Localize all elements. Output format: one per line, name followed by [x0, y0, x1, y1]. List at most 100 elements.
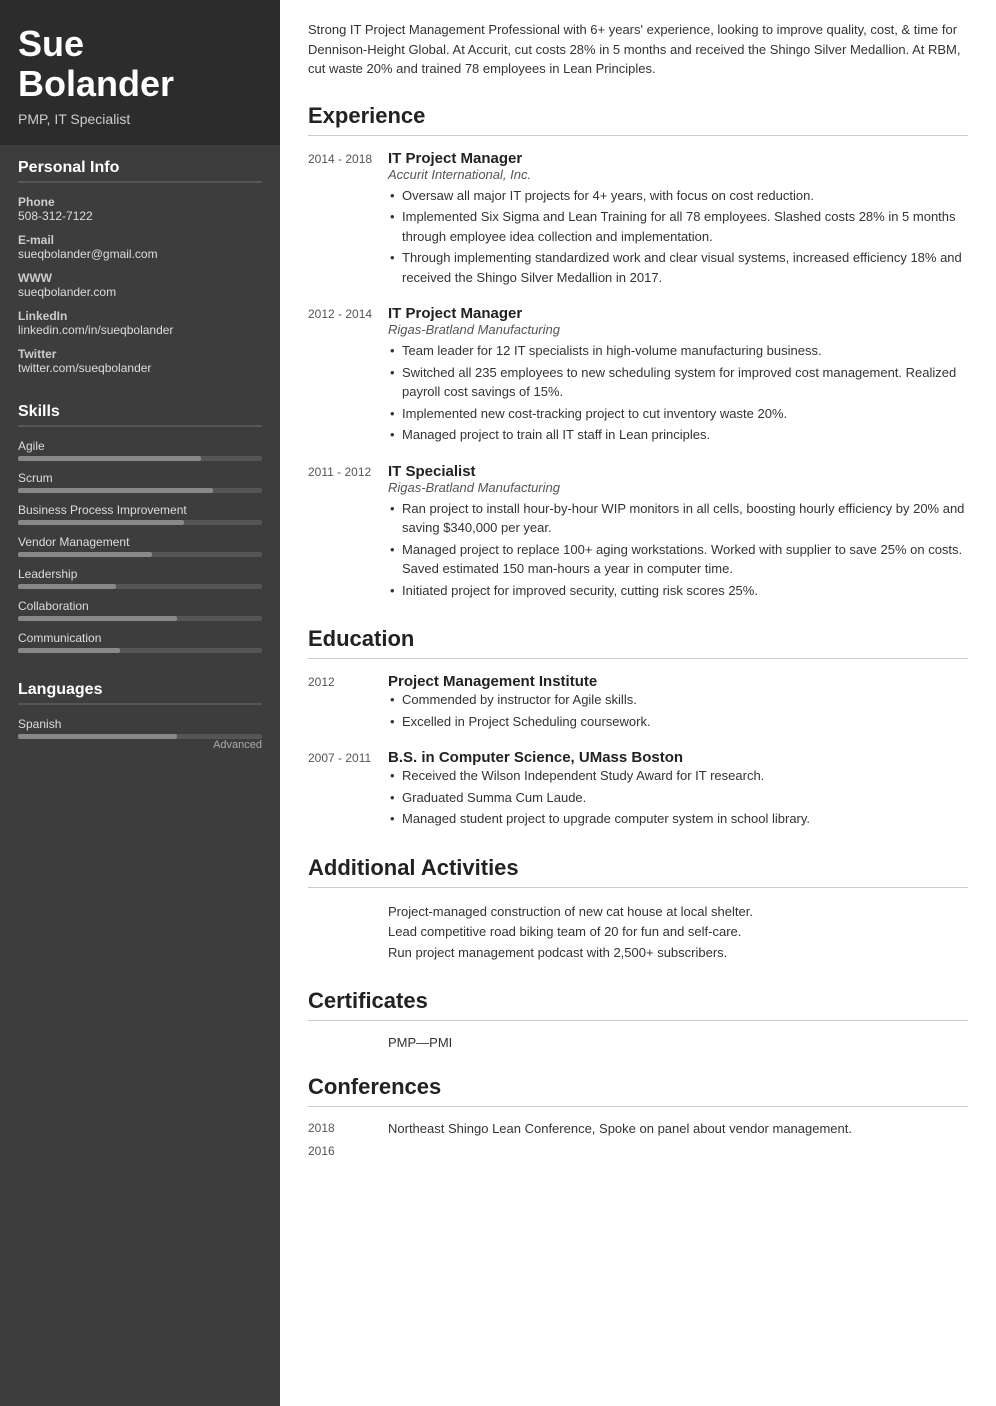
exp3-title: IT Specialist — [388, 463, 968, 480]
personal-info-section: Personal Info Phone 508-312-7122 E-mail … — [0, 145, 280, 389]
skill-vendor-fill — [18, 552, 152, 557]
twitter-label: Twitter — [18, 347, 262, 361]
email-value: sueqbolander@gmail.com — [18, 247, 262, 261]
skill-collaboration-fill — [18, 616, 177, 621]
skill-collaboration-bar — [18, 616, 262, 621]
contact-twitter: Twitter twitter.com/sueqbolander — [18, 347, 262, 375]
skill-bpi: Business Process Improvement — [18, 503, 262, 525]
lang-spanish-level: Advanced — [18, 739, 262, 751]
subtitle: PMP, IT Specialist — [18, 111, 262, 127]
last-name: Bolander — [18, 63, 174, 104]
linkedin-label: LinkedIn — [18, 309, 262, 323]
skills-section: Skills Agile Scrum Business Process Impr… — [0, 389, 280, 667]
activities-title: Additional Activities — [308, 855, 968, 888]
skill-scrum-bar — [18, 488, 262, 493]
exp2-date: 2012 - 2014 — [308, 305, 388, 447]
list-item: Commended by instructor for Agile skills… — [388, 690, 968, 710]
experience-entry-1: 2014 - 2018 IT Project Manager Accurit I… — [308, 150, 968, 290]
skill-leadership-label: Leadership — [18, 567, 262, 581]
main-content: Strong IT Project Management Professiona… — [280, 0, 996, 1406]
list-item: Received the Wilson Independent Study Aw… — [388, 766, 968, 786]
skill-vendor: Vendor Management — [18, 535, 262, 557]
first-name: Sue — [18, 23, 84, 64]
twitter-value: twitter.com/sueqbolander — [18, 361, 262, 375]
skill-agile: Agile — [18, 439, 262, 461]
exp3-content: IT Specialist Rigas-Bratland Manufacturi… — [388, 463, 968, 603]
edu2-date: 2007 - 2011 — [308, 749, 388, 831]
languages-title: Languages — [18, 681, 262, 705]
skill-communication-fill — [18, 648, 120, 653]
exp1-title: IT Project Manager — [388, 150, 968, 167]
email-label: E-mail — [18, 233, 262, 247]
conferences-section: Conferences 2018 Northeast Shingo Lean C… — [308, 1074, 968, 1158]
exp2-bullets: Team leader for 12 IT specialists in hig… — [388, 341, 968, 445]
edu1-title: Project Management Institute — [388, 673, 968, 690]
exp2-title: IT Project Manager — [388, 305, 968, 322]
skill-vendor-bar — [18, 552, 262, 557]
education-entry-1: 2012 Project Management Institute Commen… — [308, 673, 968, 733]
skill-scrum-fill — [18, 488, 213, 493]
list-item: Team leader for 12 IT specialists in hig… — [388, 341, 968, 361]
list-item: Managed student project to upgrade compu… — [388, 809, 968, 829]
skills-title: Skills — [18, 403, 262, 427]
activities-list: Project-managed construction of new cat … — [388, 902, 968, 964]
conf2-date: 2016 — [308, 1144, 388, 1158]
skill-scrum-label: Scrum — [18, 471, 262, 485]
list-item: Project-managed construction of new cat … — [388, 902, 968, 923]
exp3-company: Rigas-Bratland Manufacturing — [388, 480, 968, 495]
conferences-title: Conferences — [308, 1074, 968, 1107]
skill-vendor-label: Vendor Management — [18, 535, 262, 549]
www-label: WWW — [18, 271, 262, 285]
edu2-bullets: Received the Wilson Independent Study Aw… — [388, 766, 968, 829]
edu1-bullets: Commended by instructor for Agile skills… — [388, 690, 968, 731]
name-block: Sue Bolander PMP, IT Specialist — [0, 0, 280, 145]
edu2-content: B.S. in Computer Science, UMass Boston R… — [388, 749, 968, 831]
lang-spanish-bar — [18, 734, 262, 739]
list-item: Switched all 235 employees to new schedu… — [388, 363, 968, 402]
list-item: Through implementing standardized work a… — [388, 248, 968, 287]
skill-communication: Communication — [18, 631, 262, 653]
skill-collaboration-label: Collaboration — [18, 599, 262, 613]
exp2-company: Rigas-Bratland Manufacturing — [388, 322, 968, 337]
skill-agile-label: Agile — [18, 439, 262, 453]
edu2-title: B.S. in Computer Science, UMass Boston — [388, 749, 968, 766]
list-item: Ran project to install hour-by-hour WIP … — [388, 499, 968, 538]
exp2-content: IT Project Manager Rigas-Bratland Manufa… — [388, 305, 968, 447]
edu1-content: Project Management Institute Commended b… — [388, 673, 968, 733]
skill-agile-bar — [18, 456, 262, 461]
conf-entry-1: 2018 Northeast Shingo Lean Conference, S… — [308, 1121, 968, 1136]
phone-value: 508-312-7122 — [18, 209, 262, 223]
skill-scrum: Scrum — [18, 471, 262, 493]
languages-section: Languages Spanish Advanced — [0, 667, 280, 763]
certificates-title: Certificates — [308, 988, 968, 1021]
experience-title: Experience — [308, 103, 968, 136]
exp1-bullets: Oversaw all major IT projects for 4+ yea… — [388, 186, 968, 288]
experience-entry-3: 2011 - 2012 IT Specialist Rigas-Bratland… — [308, 463, 968, 603]
sidebar: Sue Bolander PMP, IT Specialist Personal… — [0, 0, 280, 1406]
phone-label: Phone — [18, 195, 262, 209]
lang-spanish-fill — [18, 734, 177, 739]
list-item: Managed project to replace 100+ aging wo… — [388, 540, 968, 579]
experience-section: Experience 2014 - 2018 IT Project Manage… — [308, 103, 968, 603]
conf1-date: 2018 — [308, 1121, 388, 1136]
certificates-section: Certificates PMP—PMI — [308, 988, 968, 1050]
summary-text: Strong IT Project Management Professiona… — [308, 20, 968, 83]
exp3-bullets: Ran project to install hour-by-hour WIP … — [388, 499, 968, 601]
conf-entry-2: 2016 — [308, 1144, 968, 1158]
linkedin-value: linkedin.com/in/sueqbolander — [18, 323, 262, 337]
skill-agile-fill — [18, 456, 201, 461]
activities-section: Additional Activities Project-managed co… — [308, 855, 968, 964]
contact-email: E-mail sueqbolander@gmail.com — [18, 233, 262, 261]
skill-communication-bar — [18, 648, 262, 653]
edu1-date: 2012 — [308, 673, 388, 733]
skill-bpi-label: Business Process Improvement — [18, 503, 262, 517]
education-title: Education — [308, 626, 968, 659]
list-item: Implemented Six Sigma and Lean Training … — [388, 207, 968, 246]
exp3-date: 2011 - 2012 — [308, 463, 388, 603]
exp1-date: 2014 - 2018 — [308, 150, 388, 290]
exp1-content: IT Project Manager Accurit International… — [388, 150, 968, 290]
list-item: Excelled in Project Scheduling coursewor… — [388, 712, 968, 732]
cert-pmp: PMP—PMI — [388, 1035, 968, 1050]
list-item: Lead competitive road biking team of 20 … — [388, 922, 968, 943]
list-item: Initiated project for improved security,… — [388, 581, 968, 601]
